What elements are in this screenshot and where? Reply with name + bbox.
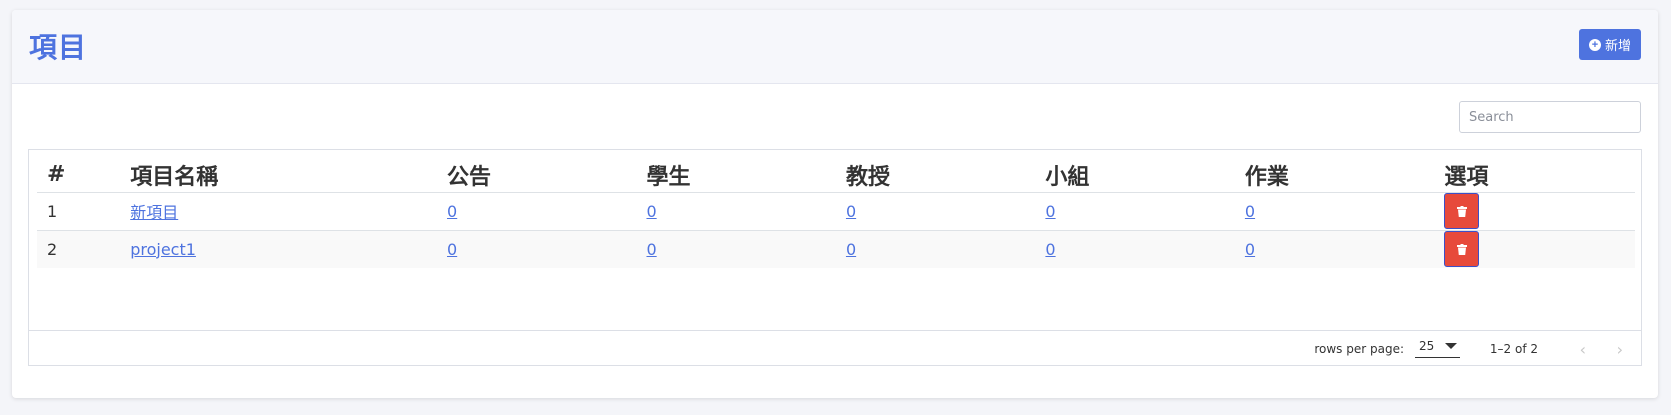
groups-count-link[interactable]: 0 [1045, 240, 1055, 259]
trash-icon [1456, 205, 1467, 217]
add-button-label: 新增 [1604, 38, 1631, 53]
caret-down-icon [1445, 343, 1457, 349]
column-header-options: 選項 [1434, 150, 1635, 193]
page-title: 項目 [29, 31, 88, 64]
assignments-count-link[interactable]: 0 [1245, 202, 1255, 221]
rows-per-page-label: rows per page: [1314, 342, 1404, 356]
column-header-groups: 小組 [1035, 150, 1235, 193]
add-project-button[interactable]: + 新增 [1579, 29, 1641, 60]
chevron-right-icon[interactable]: › [1617, 340, 1623, 359]
table-pagination: rows per page: 25 1–2 of 2 ‹ › [29, 330, 1641, 365]
trash-icon [1456, 243, 1467, 255]
row-index: 1 [37, 192, 121, 231]
search-input[interactable] [1459, 101, 1641, 133]
assignments-count-link[interactable]: 0 [1245, 240, 1255, 259]
card-header: 項目 + 新增 [12, 10, 1658, 84]
professors-count-link[interactable]: 0 [846, 202, 856, 221]
delete-project-button[interactable] [1444, 231, 1480, 268]
professors-count-link[interactable]: 0 [846, 240, 856, 259]
project-name-link[interactable]: 新項目 [130, 203, 178, 222]
rows-per-page-select[interactable]: 25 [1415, 339, 1460, 358]
announcements-count-link[interactable]: 0 [447, 202, 457, 221]
column-header-students: 學生 [636, 150, 836, 193]
column-header-professors: 教授 [835, 150, 1036, 193]
projects-table-container: # 項目名稱 公告 學生 教授 小組 作業 選項 1 新項目 0 0 0 0 0… [28, 149, 1642, 366]
projects-table: # 項目名稱 公告 學生 教授 小組 作業 選項 1 新項目 0 0 0 0 0… [37, 150, 1635, 268]
column-header-announcements: 公告 [437, 150, 637, 193]
column-header-assignments: 作業 [1234, 150, 1435, 193]
project-name-link[interactable]: project1 [130, 240, 196, 259]
students-count-link[interactable]: 0 [646, 202, 656, 221]
students-count-link[interactable]: 0 [646, 240, 656, 259]
column-header-name: 項目名稱 [120, 150, 438, 193]
column-header-index: # [37, 150, 121, 193]
table-row: 2 project1 0 0 0 0 0 [37, 230, 1635, 268]
chevron-left-icon[interactable]: ‹ [1580, 340, 1586, 359]
pagination-range: 1–2 of 2 [1489, 342, 1538, 356]
rows-per-page-value: 25 [1419, 339, 1435, 353]
announcements-count-link[interactable]: 0 [447, 240, 457, 259]
projects-card: 項目 + 新增 # 項目名稱 公告 學生 教授 小組 作業 [12, 10, 1658, 398]
plus-circle-icon: + [1588, 38, 1601, 51]
table-row: 1 新項目 0 0 0 0 0 [37, 192, 1635, 231]
groups-count-link[interactable]: 0 [1045, 202, 1055, 221]
delete-project-button[interactable] [1444, 193, 1480, 229]
table-header-row: # 項目名稱 公告 學生 教授 小組 作業 選項 [37, 150, 1635, 193]
row-index: 2 [37, 230, 121, 268]
